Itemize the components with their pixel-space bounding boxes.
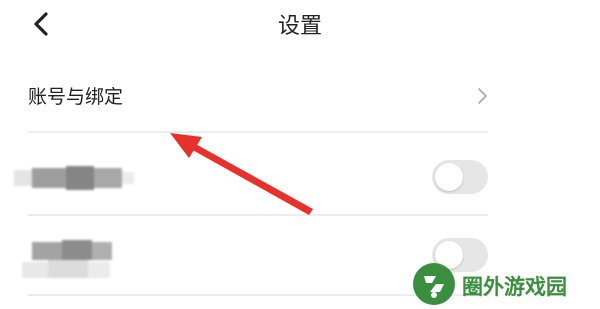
watermark: 圈外游戏园	[412, 262, 598, 306]
blurred-label	[14, 238, 114, 286]
settings-item-label: 账号与绑定	[28, 86, 124, 108]
toggle-switch-1[interactable]	[432, 160, 488, 194]
settings-item-toggle-1[interactable]	[0, 150, 600, 210]
page-title: 设置	[277, 14, 322, 39]
blurred-label	[14, 164, 134, 192]
toggle-knob	[435, 163, 463, 191]
settings-item-account-binding[interactable]: 账号与绑定	[0, 70, 600, 128]
divider	[28, 131, 488, 133]
chevron-right-icon	[478, 88, 487, 104]
watermark-text: 圈外游戏园	[462, 275, 567, 299]
watermark-logo-icon	[413, 263, 455, 305]
divider	[28, 214, 488, 216]
header-bar: 设置	[0, 0, 600, 48]
